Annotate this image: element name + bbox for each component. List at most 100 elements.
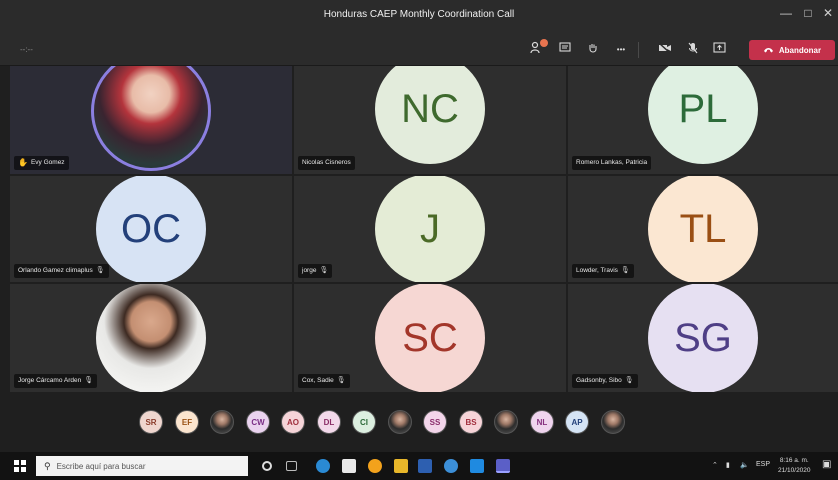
clock-date: 21/10/2020 (778, 467, 811, 474)
video-grid: ✋ Evy Gomez NC Nicolas Cisneros PL Romer… (10, 66, 838, 392)
participant-avatar: OC (96, 176, 206, 282)
avatar-initials: SG (674, 315, 732, 360)
participant-name-tag: jorge 🎙 (298, 264, 333, 278)
language-indicator[interactable]: ESP (756, 461, 770, 468)
taskbar-search-box[interactable]: ⚲ Escribe aquí para buscar (36, 456, 248, 476)
task-view-icon[interactable] (286, 461, 297, 471)
leave-label: Abandonar (778, 45, 822, 55)
participant-tile[interactable]: Jorge Cárcamo Arden 🎙 (10, 284, 292, 392)
participant-tile[interactable]: TL Lowder, Travis 🎙 (568, 176, 838, 282)
window-title: Honduras CAEP Monthly Coordination Call (323, 9, 515, 20)
mic-muted-icon: 🎙 (620, 267, 630, 274)
avatar-initials: OC (121, 206, 181, 251)
mic-muted-icon: 🎙 (336, 377, 346, 384)
avatar-initials: NC (401, 86, 459, 131)
cortana-icon[interactable] (262, 461, 272, 471)
outlook-icon[interactable] (470, 459, 484, 473)
mic-muted-icon: 🎙 (319, 267, 329, 274)
participant-name: jorge (302, 267, 317, 274)
word-icon[interactable] (418, 459, 432, 473)
participant-tile[interactable]: ✋ Evy Gomez (10, 66, 292, 174)
participant-name: Orlando Gamez climaplus (18, 267, 93, 274)
mini-avatar-initials: SS (429, 417, 441, 427)
participant-photo-avatar[interactable] (494, 410, 518, 434)
search-placeholder: Escribe aquí para buscar (56, 461, 146, 471)
notifications-icon[interactable]: ▣ (822, 459, 831, 470)
participant-tile[interactable]: OC Orlando Gamez climaplus 🎙 (10, 176, 292, 282)
participant-name: Evy Gomez (30, 159, 65, 166)
raised-hand-icon: ✋ (18, 158, 28, 167)
participant-name: Jorge Cárcamo Arden (18, 377, 82, 384)
teams-icon[interactable] (496, 459, 510, 473)
participant-photo-avatar[interactable] (210, 410, 234, 434)
battery-icon[interactable]: ▮ (726, 461, 730, 469)
mini-avatar-initials: NL (536, 417, 548, 427)
participant-tile[interactable]: SC Cox, Sadie 🎙 (294, 284, 566, 392)
clock-time: 8:16 a. m. (779, 457, 809, 464)
participant-tile[interactable]: PL Romero Lankas, Patricia (568, 66, 838, 174)
windows-taskbar: ⚲ Escribe aquí para buscar ⌃ ▮ 🔈 ESP 8:1… (0, 452, 838, 480)
title-bar: Honduras CAEP Monthly Coordination Call … (0, 0, 838, 34)
participant-tile[interactable]: SG Gadsonby, Sibo 🎙 (568, 284, 838, 392)
more-options-icon[interactable]: ••• (612, 41, 630, 59)
participant-mini-avatar[interactable]: CW (246, 410, 270, 434)
participant-tile[interactable]: J jorge 🎙 (294, 176, 566, 282)
mic-off-icon[interactable] (684, 41, 702, 59)
mini-avatar-initials: SR (145, 417, 157, 427)
call-timer: --:-- (20, 45, 33, 54)
participant-photo-avatar[interactable] (388, 410, 412, 434)
participant-name-tag: Gadsonby, Sibo 🎙 (572, 374, 638, 388)
participant-strip: SR EF CW AO DL CI SS BS NL AP (0, 398, 838, 446)
participant-name-tag: Orlando Gamez climaplus 🎙 (14, 264, 109, 278)
maximize-button[interactable]: □ (800, 6, 816, 20)
leave-button[interactable]: Abandonar (749, 40, 835, 60)
store-icon[interactable] (342, 459, 356, 473)
participant-photo-avatar[interactable] (601, 410, 625, 434)
mic-muted-icon: 🎙 (95, 267, 105, 274)
participant-name-tag: Jorge Cárcamo Arden 🎙 (14, 374, 98, 388)
camera-off-icon[interactable] (656, 41, 674, 59)
participant-mini-avatar[interactable]: AO (281, 410, 305, 434)
tray-chevron-icon[interactable]: ⌃ (712, 461, 718, 469)
meeting-toolbar: --:-- ••• Abandonar (0, 34, 838, 66)
avatar-initials: PL (678, 86, 728, 131)
participant-avatar: SC (375, 284, 485, 392)
participant-mini-avatar[interactable]: NL (530, 410, 554, 434)
notification-badge (540, 39, 548, 47)
participant-mini-avatar[interactable]: SS (423, 410, 447, 434)
minimize-button[interactable]: — (778, 6, 794, 20)
participant-mini-avatar[interactable]: SR (139, 410, 163, 434)
participant-name-tag: Lowder, Travis 🎙 (572, 264, 634, 278)
participant-name: Romero Lankas, Patricia (576, 159, 648, 166)
participant-mini-avatar[interactable]: DL (317, 410, 341, 434)
edge-browser-icon[interactable] (316, 459, 330, 473)
raise-hand-icon[interactable] (584, 41, 602, 59)
taskbar-clock[interactable]: 8:16 a. m. 21/10/2020 (778, 456, 811, 476)
share-screen-icon[interactable] (710, 41, 728, 59)
avatar-initials: SC (402, 315, 458, 360)
participant-mini-avatar[interactable]: BS (459, 410, 483, 434)
participant-mini-avatar[interactable]: CI (352, 410, 376, 434)
mini-avatar-initials: BS (465, 417, 477, 427)
file-explorer-icon[interactable] (394, 459, 408, 473)
participant-tile[interactable]: NC Nicolas Cisneros (294, 66, 566, 174)
volume-icon[interactable]: 🔈 (740, 461, 749, 469)
participant-mini-avatar[interactable]: AP (565, 410, 589, 434)
chat-icon[interactable] (556, 41, 574, 59)
toolbar-divider (638, 42, 639, 58)
windows-start-icon[interactable] (14, 460, 26, 472)
avatar-initials: TL (679, 206, 727, 251)
close-button[interactable]: ✕ (820, 6, 836, 20)
participant-mini-avatar[interactable]: EF (175, 410, 199, 434)
participants-icon[interactable] (528, 39, 548, 59)
participant-avatar: NC (375, 66, 485, 165)
mini-avatar-initials: AO (287, 417, 299, 427)
mini-avatar-initials: AP (571, 417, 583, 427)
mini-avatar-initials: CW (251, 417, 265, 427)
app-icon[interactable] (444, 459, 458, 473)
participant-name-tag: Nicolas Cisneros (298, 156, 355, 170)
participant-name-tag: Romero Lankas, Patricia (572, 156, 652, 170)
mic-muted-icon: 🎙 (84, 377, 94, 384)
chrome-icon[interactable] (368, 459, 382, 473)
search-icon: ⚲ (44, 460, 51, 471)
